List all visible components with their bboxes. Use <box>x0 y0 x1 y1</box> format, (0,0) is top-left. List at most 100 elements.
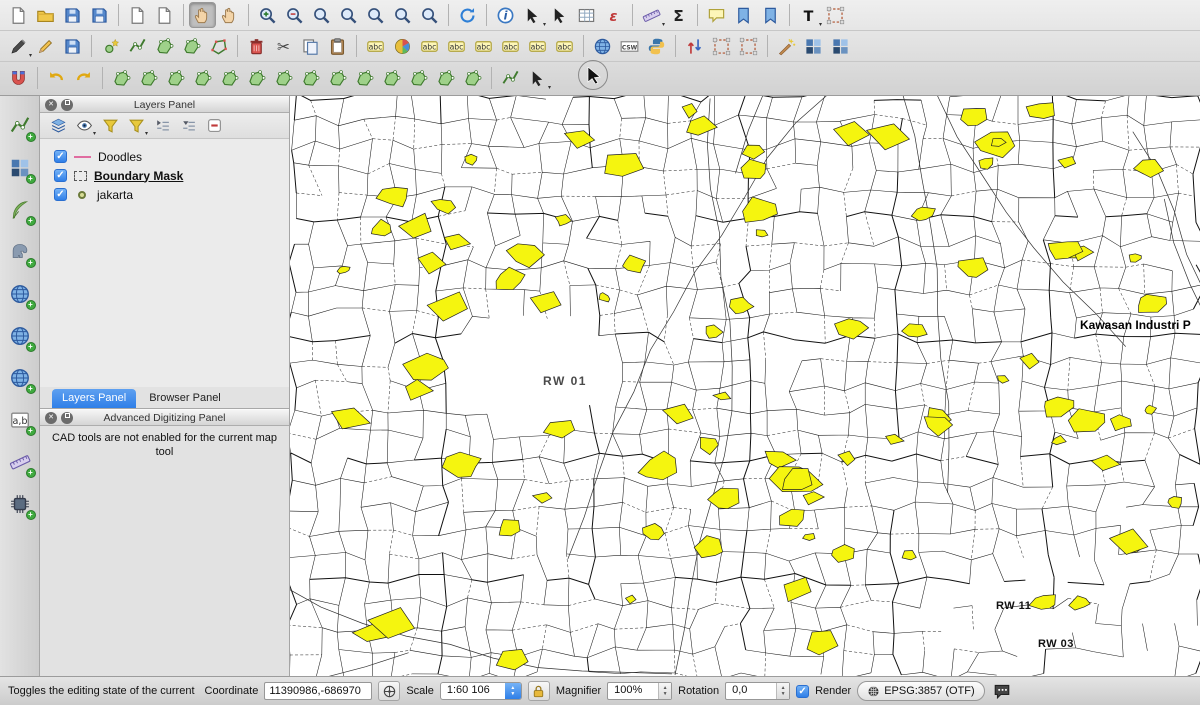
move-label-button[interactable] <box>497 33 524 59</box>
zoom-to-selection-button[interactable] <box>335 2 362 28</box>
rotate-feature-button[interactable] <box>108 65 135 91</box>
simplify-feature-button[interactable] <box>135 65 162 91</box>
layer-label[interactable]: jakarta <box>97 188 133 202</box>
split-features-button[interactable] <box>351 65 378 91</box>
scale-lock-button[interactable] <box>528 681 550 701</box>
undo-button[interactable] <box>43 65 70 91</box>
rotate-label-button[interactable] <box>524 33 551 59</box>
combo-arrows-icon[interactable]: ▲▼ <box>505 683 521 699</box>
layer-item-jakarta[interactable]: ✓ jakarta <box>54 185 289 204</box>
show-hide-labels-button[interactable] <box>470 33 497 59</box>
change-label-button[interactable] <box>551 33 578 59</box>
current-edits-button[interactable]: ▾ <box>5 33 32 59</box>
pin-unpin-labels-button[interactable] <box>443 33 470 59</box>
manage-layer-visibility-button[interactable]: ▾ <box>73 115 96 137</box>
tracing-options-button[interactable] <box>497 65 524 91</box>
scale-combo[interactable]: 1:60 106 ▲▼ <box>440 682 522 700</box>
offset-curve-button[interactable] <box>324 65 351 91</box>
georeferencer-button[interactable] <box>827 33 854 59</box>
annotation-frame-button[interactable] <box>708 33 735 59</box>
filter-legend-button[interactable] <box>99 115 122 137</box>
measure-line-button[interactable]: ▾ <box>638 2 665 28</box>
highlight-pinned-labels-button[interactable] <box>416 33 443 59</box>
add-part-button[interactable] <box>189 65 216 91</box>
add-feature-line-button[interactable] <box>124 33 151 59</box>
redo-button[interactable] <box>70 65 97 91</box>
float-panel-icon[interactable] <box>61 412 73 424</box>
remove-layer-button[interactable] <box>203 115 226 137</box>
form-annotation-button[interactable] <box>822 2 849 28</box>
layer-item-boundary-mask[interactable]: ✓Boundary Mask <box>54 166 289 185</box>
close-panel-icon[interactable]: ✕ <box>45 412 57 424</box>
zoom-next-button[interactable] <box>416 2 443 28</box>
zoom-in-button[interactable] <box>254 2 281 28</box>
merge-selected-features-button[interactable] <box>405 65 432 91</box>
layer-visibility-checkbox[interactable]: ✓ <box>54 188 67 201</box>
map-tips-button[interactable] <box>703 2 730 28</box>
zoom-to-layer-button[interactable] <box>362 2 389 28</box>
delete-ring-button[interactable] <box>243 65 270 91</box>
delete-selected-button[interactable] <box>243 33 270 59</box>
stepper-arrows-icon[interactable]: ▲▼ <box>776 683 789 699</box>
raster-tools-button[interactable] <box>800 33 827 59</box>
layer-label[interactable]: Doodles <box>98 150 142 164</box>
open-attribute-table-button[interactable] <box>573 2 600 28</box>
show-bookmarks-button[interactable] <box>757 2 784 28</box>
paste-features-button[interactable] <box>324 33 351 59</box>
add-wms-layer-button[interactable]: ▾+ <box>6 280 34 308</box>
select-features-button[interactable]: ▾ <box>519 2 546 28</box>
cut-features-button[interactable] <box>270 33 297 59</box>
statistical-summary-button[interactable] <box>665 2 692 28</box>
metasearch-button[interactable] <box>589 33 616 59</box>
map-canvas[interactable]: RW 01RW 11RW 03Kawasan Industri P <box>290 96 1200 676</box>
new-shapefile-layer-button[interactable]: ▾+ <box>6 448 34 476</box>
pan-to-selection-button[interactable] <box>216 2 243 28</box>
select-by-expression-button[interactable] <box>600 2 627 28</box>
layer-visibility-checkbox[interactable]: ✓ <box>54 150 67 163</box>
tab-browser-panel[interactable]: Browser Panel <box>139 389 231 408</box>
add-feature-polygon-button[interactable] <box>151 33 178 59</box>
magic-wand-tool-button[interactable] <box>773 33 800 59</box>
float-panel-icon[interactable] <box>61 99 73 111</box>
filter-by-expression-button[interactable]: ▾ <box>125 115 148 137</box>
coordinate-input[interactable] <box>264 682 372 700</box>
python-console-button[interactable] <box>643 33 670 59</box>
node-tool-button[interactable] <box>205 33 232 59</box>
expand-all-button[interactable] <box>151 115 174 137</box>
crs-button[interactable]: EPSG:3857 (OTF) <box>857 681 984 701</box>
open-project-button[interactable] <box>32 2 59 28</box>
save-project-button[interactable] <box>59 2 86 28</box>
new-print-composer-button[interactable] <box>124 2 151 28</box>
layer-item-doodles[interactable]: ✓ Doodles <box>54 147 289 166</box>
refresh-map-button[interactable] <box>454 2 481 28</box>
add-delimited-text-layer-button[interactable]: ▾+ <box>6 406 34 434</box>
zoom-out-button[interactable] <box>281 2 308 28</box>
new-project-button[interactable] <box>5 2 32 28</box>
copy-features-button[interactable] <box>297 33 324 59</box>
csw-catalog-button[interactable] <box>616 33 643 59</box>
layer-labeling-options-button[interactable] <box>362 33 389 59</box>
messages-button[interactable] <box>991 681 1013 701</box>
rotation-spinner[interactable]: 0,0 ▲▼ <box>725 682 790 700</box>
add-spatialite-layer-button[interactable]: + <box>6 196 34 224</box>
zoom-full-extent-button[interactable] <box>308 2 335 28</box>
deselect-all-button[interactable] <box>546 2 573 28</box>
stepper-arrows-icon[interactable]: ▲▼ <box>658 683 671 699</box>
composer-frame-button[interactable] <box>735 33 762 59</box>
rotate-point-symbols-button[interactable] <box>459 65 486 91</box>
magnifier-spinner[interactable]: 100% ▲▼ <box>607 682 672 700</box>
close-panel-icon[interactable]: ✕ <box>45 99 57 111</box>
composer-manager-button[interactable] <box>151 2 178 28</box>
merge-attributes-button[interactable] <box>432 65 459 91</box>
enable-snapping-button[interactable] <box>5 65 32 91</box>
layer-label[interactable]: Boundary Mask <box>94 169 183 183</box>
add-postgis-layer-button[interactable]: + <box>6 238 34 266</box>
add-wfs-layer-button[interactable]: + <box>6 364 34 392</box>
save-layer-edits-button[interactable] <box>59 33 86 59</box>
mouse-position-button[interactable] <box>378 681 400 701</box>
layer-diagram-options-button[interactable] <box>389 33 416 59</box>
add-virtual-layer-button[interactable]: ▾+ <box>6 490 34 518</box>
toggle-editing-button[interactable] <box>32 33 59 59</box>
add-feature-point-button[interactable] <box>97 33 124 59</box>
text-annotation-button[interactable]: ▾ <box>795 2 822 28</box>
